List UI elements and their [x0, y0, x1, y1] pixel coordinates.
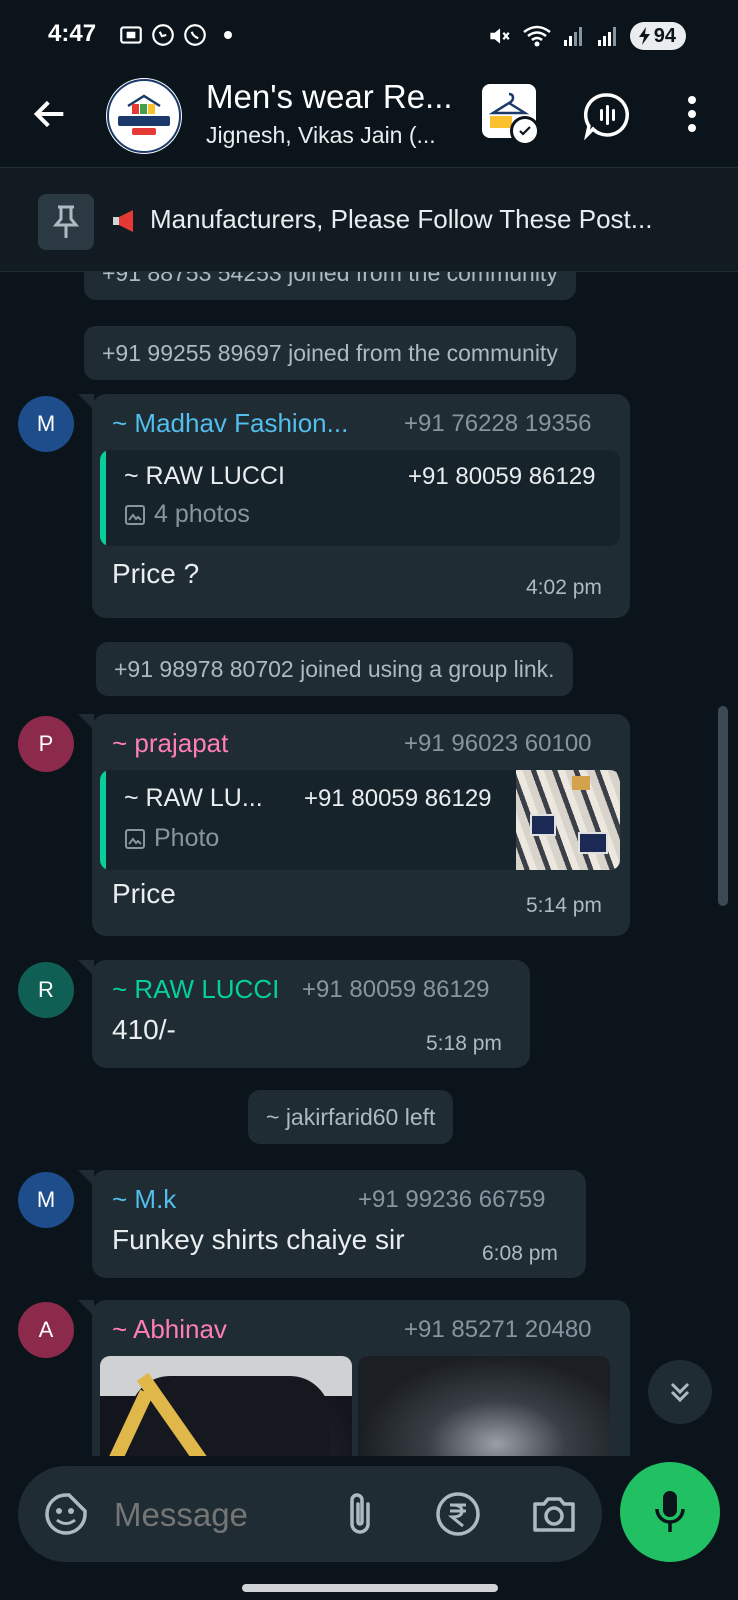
pinned-message-text: Manufacturers, Please Follow These Post.…	[150, 204, 653, 234]
payment-rupee-icon[interactable]	[434, 1490, 482, 1538]
charging-icon	[638, 27, 650, 45]
group-members[interactable]: Jignesh, Vikas Jain (...	[206, 122, 436, 149]
pinned-message-bar[interactable]: Manufacturers, Please Follow These Post.…	[0, 168, 738, 272]
status-system-icons: 94	[486, 22, 686, 50]
avatar[interactable]: M	[18, 1172, 74, 1228]
sender-name[interactable]: ~ M.k	[112, 1184, 176, 1215]
signal-icon-2	[597, 27, 616, 46]
message-time: 6:08 pm	[482, 1242, 558, 1265]
chat-header: Men's wear Re... Jignesh, Vikas Jain (..…	[0, 74, 738, 168]
sender-phone: +91 85271 20480	[404, 1316, 592, 1343]
back-arrow-icon[interactable]	[30, 94, 70, 134]
sender-phone: +91 80059 86129	[302, 976, 490, 1003]
sender-phone: +91 76228 19356	[404, 410, 592, 437]
photo-thumbnail[interactable]	[358, 1356, 610, 1456]
camera-icon[interactable]	[530, 1490, 578, 1538]
mute-icon	[490, 28, 510, 44]
more-options-icon[interactable]	[682, 94, 702, 134]
status-notification-icons	[118, 22, 232, 48]
home-indicator[interactable]	[242, 1584, 498, 1592]
quote-phone: +91 80059 86129	[408, 463, 596, 490]
voice-chat-icon[interactable]	[582, 90, 632, 140]
message-text: Funkey shirts chaiye sir	[112, 1224, 405, 1255]
system-message: +91 98978 80702 joined using a group lin…	[96, 642, 573, 696]
microphone-icon	[655, 1491, 685, 1532]
scroll-to-bottom-button[interactable]	[648, 1360, 712, 1424]
system-message: +91 99255 89697 joined from the communit…	[84, 326, 576, 380]
message-time: 5:14 pm	[526, 894, 602, 917]
screenshot-icon	[120, 26, 142, 44]
system-message: +91 88753 54253 joined from the communit…	[84, 272, 576, 300]
bubble-tail	[78, 394, 94, 410]
sender-phone: +91 99236 66759	[358, 1186, 546, 1213]
scrollbar-thumb[interactable]	[718, 706, 728, 906]
quote-media-label: 4 photos	[124, 500, 250, 529]
message-text: Price ?	[112, 558, 200, 589]
message-list[interactable]: +91 88753 54253 joined from the communit…	[0, 272, 738, 1456]
message-input[interactable]	[114, 1496, 314, 1534]
whatsapp-icon	[184, 24, 206, 46]
quote-bar	[100, 450, 106, 546]
message-composer[interactable]	[18, 1466, 602, 1562]
sender-name[interactable]: ~ RAW LUCCI	[112, 974, 279, 1005]
quote-thumbnail	[516, 770, 620, 870]
quote-sender: ~ RAW LUCCI	[124, 462, 285, 490]
message-bubble[interactable]: ~ M.k +91 99236 66759 Funkey shirts chai…	[78, 1170, 586, 1278]
quote-sender: ~ RAW LU...	[124, 784, 263, 812]
sender-name[interactable]: ~ prajapat	[112, 728, 228, 759]
image-icon	[125, 504, 145, 525]
status-bar: 4:47 94	[0, 0, 738, 74]
system-message: ~ jakirfarid60 left	[248, 1090, 454, 1144]
voice-message-button[interactable]	[620, 1462, 720, 1562]
message-bubble[interactable]: ~ prajapat +91 96023 60100 ~ RAW LU... +…	[78, 714, 630, 936]
avatar[interactable]: R	[18, 962, 74, 1018]
pin-icon	[38, 194, 94, 250]
avatar[interactable]: A	[18, 1302, 74, 1358]
sender-name[interactable]: ~ Abhinav	[112, 1314, 227, 1345]
bubble-tail	[78, 960, 94, 976]
photo-thumbnail[interactable]	[100, 1356, 352, 1456]
bubble-tail	[78, 1300, 94, 1316]
sender-phone: +91 96023 60100	[404, 730, 592, 757]
retailers-club-logo	[107, 79, 181, 153]
message-time: 4:02 pm	[526, 576, 602, 599]
avatar[interactable]: P	[18, 716, 74, 772]
group-avatar[interactable]	[106, 78, 182, 154]
message-bubble[interactable]: ~ Madhav Fashion... +91 76228 19356 ~ RA…	[78, 394, 630, 618]
whatsapp-business-icon	[152, 24, 174, 46]
quoted-message[interactable]: ~ RAW LUCCI +91 80059 86129 4 photos	[100, 450, 620, 546]
message-text: 410/-	[112, 1014, 176, 1045]
group-name[interactable]: Men's wear Re...	[206, 78, 453, 116]
message-bubble[interactable]: ~ RAW LUCCI +91 80059 86129 410/- 5:18 p…	[78, 960, 530, 1068]
avatar[interactable]: M	[18, 396, 74, 452]
quote-phone: +91 80059 86129	[304, 785, 492, 812]
quote-media-label: Photo	[124, 824, 219, 853]
battery-indicator: 94	[629, 22, 686, 50]
signal-icon-1	[563, 27, 582, 46]
status-time: 4:47	[48, 20, 97, 47]
message-text: Price	[112, 878, 176, 909]
wifi-icon	[522, 25, 551, 47]
quote-bar	[100, 770, 106, 870]
message-bubble[interactable]: ~ Abhinav +91 85271 20480	[78, 1300, 630, 1456]
image-icon	[125, 828, 145, 849]
quoted-message[interactable]: ~ RAW LU... +91 80059 86129 Photo	[100, 770, 620, 870]
notification-dot	[224, 31, 232, 39]
sticker-icon[interactable]	[44, 1492, 88, 1536]
bubble-tail	[78, 714, 94, 730]
message-time: 5:18 pm	[426, 1032, 502, 1055]
sender-name[interactable]: ~ Madhav Fashion...	[112, 408, 348, 439]
community-check-icon	[510, 116, 540, 146]
attach-icon[interactable]	[340, 1490, 380, 1538]
double-chevron-down-icon	[670, 1382, 690, 1403]
megaphone-icon	[113, 210, 133, 232]
bubble-tail	[78, 1170, 94, 1186]
battery-level: 94	[653, 24, 676, 47]
